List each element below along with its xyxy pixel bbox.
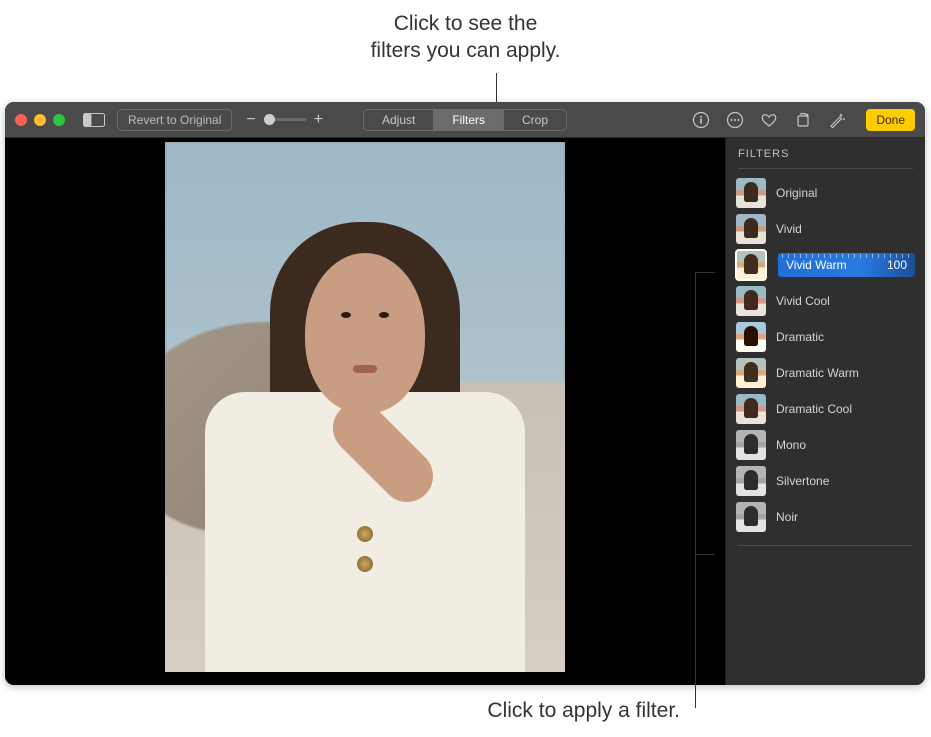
filter-thumbnail [736, 430, 766, 460]
done-button[interactable]: Done [866, 109, 915, 131]
filter-row-vivid-warm[interactable]: Vivid Warm 100 [734, 247, 917, 283]
zoom-thumb[interactable] [264, 114, 275, 125]
favorite-icon[interactable] [760, 111, 778, 129]
zoom-out-icon[interactable]: − [246, 111, 255, 129]
callout-apply-filter: Click to apply a filter. [0, 699, 680, 723]
filter-intensity-slider[interactable]: Vivid Warm 100 [778, 253, 915, 277]
filter-label: Dramatic [776, 330, 824, 344]
rotate-icon[interactable] [794, 111, 812, 129]
filter-row-dramatic-cool[interactable]: Dramatic Cool [734, 391, 917, 427]
sidebar-toggle-button[interactable] [83, 109, 105, 131]
filter-label: Dramatic Cool [776, 402, 852, 416]
callout-line [695, 554, 715, 555]
filter-thumbnail [736, 466, 766, 496]
filters-sidebar: FILTERS OriginalVividVivid Warm100Vivid … [725, 138, 925, 685]
filter-thumbnail [736, 286, 766, 316]
callout-line [496, 73, 497, 105]
filter-thumbnail [736, 322, 766, 352]
callout-line [695, 272, 715, 273]
filter-label: Noir [776, 510, 798, 524]
filter-label: Dramatic Warm [776, 366, 859, 380]
zoom-icon[interactable] [53, 114, 65, 126]
auto-enhance-icon[interactable] [828, 111, 846, 129]
right-toolbar: Done [692, 109, 915, 131]
edited-photo [165, 142, 565, 672]
filter-thumbnail [736, 214, 766, 244]
edit-mode-tabs: Adjust Filters Crop [363, 109, 567, 131]
filter-label: Original [776, 186, 817, 200]
filter-label: Mono [776, 438, 806, 452]
zoom-track[interactable] [264, 118, 306, 121]
filters-divider [738, 545, 913, 546]
zoom-in-icon[interactable]: + [314, 111, 323, 129]
callout-filters-tab: Click to see the filters you can apply. [0, 10, 931, 65]
filter-row-noir[interactable]: Noir [734, 499, 917, 535]
filter-thumbnail [736, 250, 766, 280]
titlebar: Revert to Original − + Adjust Filters Cr… [5, 102, 925, 138]
tab-crop[interactable]: Crop [503, 110, 566, 130]
revert-to-original-button[interactable]: Revert to Original [117, 109, 232, 131]
filter-label: Silvertone [776, 474, 829, 488]
filter-row-vivid[interactable]: Vivid [734, 211, 917, 247]
filter-row-dramatic-warm[interactable]: Dramatic Warm [734, 355, 917, 391]
filter-thumbnail [736, 394, 766, 424]
filter-thumbnail [736, 358, 766, 388]
close-icon[interactable] [15, 114, 27, 126]
minimize-icon[interactable] [34, 114, 46, 126]
filters-list: Original Vivid Vivid Warm 100 Vivid Cool Dram… [734, 175, 917, 535]
workspace: FILTERS OriginalVividVivid Warm100Vivid … [5, 138, 925, 685]
info-icon[interactable] [692, 111, 710, 129]
tab-adjust[interactable]: Adjust [364, 110, 433, 130]
photos-edit-window: Revert to Original − + Adjust Filters Cr… [5, 102, 925, 685]
filter-label: Vivid Cool [776, 294, 830, 308]
tab-filters[interactable]: Filters [433, 110, 503, 130]
filter-label: Vivid Warm [786, 258, 847, 272]
filter-label: Vivid [776, 222, 802, 236]
callout-line [695, 272, 696, 708]
filter-row-original[interactable]: Original [734, 175, 917, 211]
filter-row-vivid-cool[interactable]: Vivid Cool [734, 283, 917, 319]
window-controls [15, 114, 65, 126]
filter-row-silvertone[interactable]: Silvertone [734, 463, 917, 499]
sidebar-title: FILTERS [738, 148, 913, 169]
filter-thumbnail [736, 178, 766, 208]
photo-canvas[interactable] [5, 138, 725, 685]
filter-row-mono[interactable]: Mono [734, 427, 917, 463]
filter-row-dramatic[interactable]: Dramatic [734, 319, 917, 355]
revert-label: Revert to Original [128, 113, 221, 127]
done-label: Done [876, 113, 905, 127]
zoom-slider[interactable]: − + [246, 111, 323, 129]
more-icon[interactable] [726, 111, 744, 129]
filter-intensity-value: 100 [887, 258, 907, 272]
filter-thumbnail [736, 502, 766, 532]
